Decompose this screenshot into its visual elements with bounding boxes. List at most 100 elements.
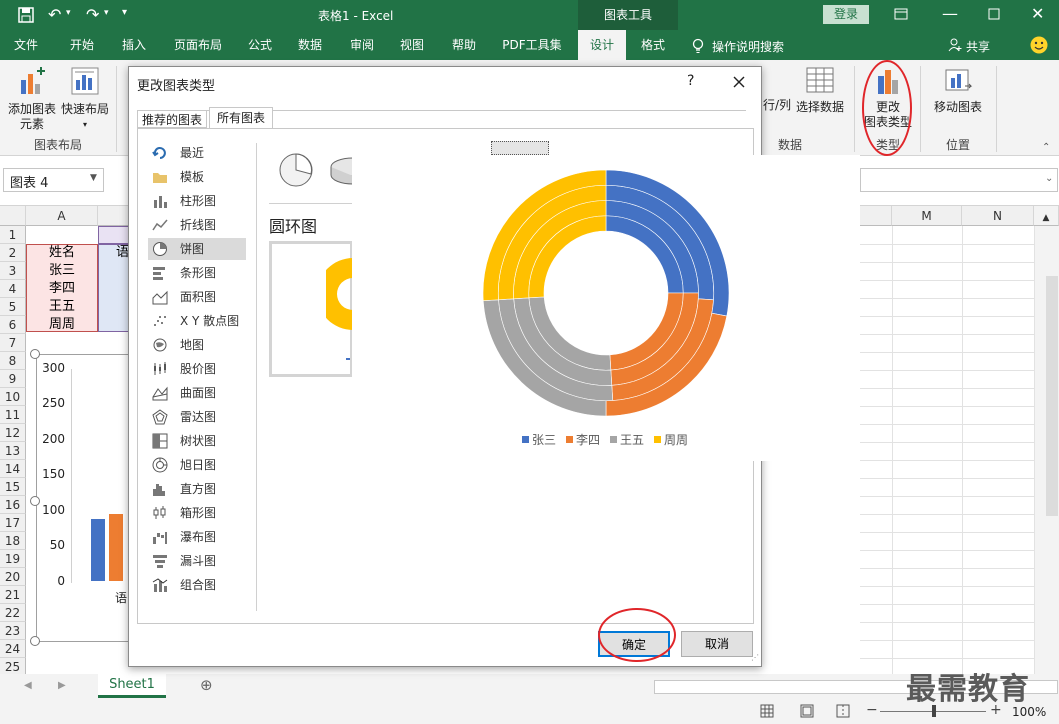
row-header[interactable]: 10 (0, 388, 26, 406)
row-header[interactable]: 23 (0, 622, 26, 640)
row-header[interactable]: 2 (0, 244, 26, 262)
row-header[interactable]: 3 (0, 262, 26, 280)
cancel-button[interactable]: 取消 (681, 631, 753, 657)
chart-type-item[interactable]: 箱形图 (148, 502, 246, 524)
embedded-chart[interactable]: 300 250 200 150 100 50 0 语 (36, 354, 136, 642)
expand-formula-icon[interactable]: ⌄ (1045, 173, 1053, 184)
scroll-up-button[interactable]: ▲ (1034, 206, 1059, 226)
undo-dropdown-icon[interactable]: ▾ (66, 8, 71, 18)
chart-type-item[interactable]: 瀑布图 (148, 526, 246, 548)
cell-a6[interactable]: 周周 (26, 316, 98, 334)
tab-data[interactable]: 数据 (290, 30, 330, 60)
chart-resize-handle[interactable] (30, 349, 40, 359)
ribbon-display-icon[interactable] (894, 8, 908, 20)
column-header-b[interactable] (98, 206, 130, 226)
chart-type-item[interactable]: 曲面图 (148, 382, 246, 404)
tab-format[interactable]: 格式 (632, 30, 674, 60)
share-button[interactable]: 共享 (966, 38, 990, 55)
cell-a4[interactable]: 李四 (26, 280, 98, 298)
select-data-button[interactable]: 选择数据 (794, 66, 846, 115)
add-chart-element-button[interactable]: 添加图表 元素 (4, 66, 60, 132)
row-header[interactable]: 12 (0, 424, 26, 442)
row-header[interactable]: 4 (0, 280, 26, 298)
chart-type-item[interactable]: 直方图 (148, 478, 246, 500)
tab-recommended[interactable]: 推荐的图表 (137, 110, 207, 128)
doughnut-subtype-selected[interactable] (491, 141, 549, 155)
select-all-corner[interactable] (0, 206, 26, 226)
chart-type-item[interactable]: 雷达图 (148, 406, 246, 428)
add-sheet-icon[interactable]: ⊕ (200, 676, 213, 694)
column-header-n[interactable]: N (962, 206, 1034, 226)
vertical-scrollbar[interactable] (1034, 226, 1059, 674)
row-header[interactable]: 22 (0, 604, 26, 622)
cell-a3[interactable]: 张三 (26, 262, 98, 280)
chart-type-item[interactable]: 树状图 (148, 430, 246, 452)
row-header[interactable]: 16 (0, 496, 26, 514)
normal-view-icon[interactable] (760, 704, 774, 718)
subtype-thumbnail[interactable] (269, 241, 353, 377)
row-header[interactable]: 14 (0, 460, 26, 478)
chart-resize-handle[interactable] (30, 636, 40, 646)
collapse-ribbon-icon[interactable]: ⌃ (1042, 142, 1050, 153)
resize-grip-icon[interactable]: ⋰ (751, 653, 759, 662)
redo-dropdown-icon[interactable]: ▾ (104, 8, 109, 18)
chart-type-item[interactable]: 面积图 (148, 286, 246, 308)
tab-file[interactable]: 文件 (6, 30, 46, 60)
chart-type-item[interactable]: 条形图 (148, 262, 246, 284)
row-header[interactable]: 19 (0, 550, 26, 568)
name-box-dropdown-icon[interactable]: ▼ (90, 173, 97, 183)
close-icon[interactable]: ✕ (1031, 4, 1044, 23)
save-icon[interactable] (18, 7, 34, 23)
row-header[interactable]: 13 (0, 442, 26, 460)
column-header-a[interactable]: A (26, 206, 98, 226)
tab-review[interactable]: 审阅 (342, 30, 382, 60)
row-header[interactable]: 17 (0, 514, 26, 532)
column-header-l[interactable] (860, 206, 892, 226)
row-header[interactable]: 8 (0, 352, 26, 370)
tab-help[interactable]: 帮助 (444, 30, 484, 60)
minimize-icon[interactable]: — (942, 4, 958, 23)
chart-type-item[interactable]: 漏斗图 (148, 550, 246, 572)
tab-formulas[interactable]: 公式 (240, 30, 280, 60)
row-header[interactable]: 5 (0, 298, 26, 316)
scroll-left-icon[interactable]: ◀ (24, 680, 32, 691)
chart-type-item[interactable]: 模板 (148, 166, 246, 188)
chart-resize-handle[interactable] (30, 496, 40, 506)
move-chart-button[interactable]: 移动图表 (928, 66, 988, 115)
cell-a5[interactable]: 王五 (26, 298, 98, 316)
tab-pdf-tools[interactable]: PDF工具集 (496, 30, 568, 60)
row-header[interactable]: 18 (0, 532, 26, 550)
dialog-close-icon[interactable] (733, 76, 745, 88)
tab-insert[interactable]: 插入 (114, 30, 154, 60)
row-header[interactable]: 9 (0, 370, 26, 388)
customize-qat-icon[interactable]: ▾ (122, 7, 127, 18)
chart-type-item[interactable]: 饼图 (148, 238, 246, 260)
chart-type-item[interactable]: 折线图 (148, 214, 246, 236)
chart-type-item[interactable]: 旭日图 (148, 454, 246, 476)
chart-type-item[interactable]: 组合图 (148, 574, 246, 596)
tab-home[interactable]: 开始 (62, 30, 102, 60)
row-header[interactable]: 6 (0, 316, 26, 334)
login-button[interactable]: 登录 (823, 5, 869, 24)
chart-type-item[interactable]: X Y 散点图 (148, 310, 246, 332)
row-header[interactable]: 20 (0, 568, 26, 586)
tab-view[interactable]: 视图 (392, 30, 432, 60)
maximize-icon[interactable] (988, 8, 1000, 20)
scroll-right-icon[interactable]: ▶ (58, 680, 66, 691)
chart-type-item[interactable]: 最近 (148, 142, 246, 164)
redo-icon[interactable]: ↷ (86, 5, 99, 24)
sheet-tab-sheet1[interactable]: Sheet1 (98, 674, 166, 698)
chart-type-item[interactable]: 股价图 (148, 358, 246, 380)
formula-input[interactable]: ⌄ (860, 168, 1058, 192)
pie-3d-subtype-icon[interactable] (329, 155, 353, 187)
tell-me-search[interactable]: 操作说明搜索 (712, 38, 784, 55)
row-header[interactable]: 15 (0, 478, 26, 496)
tab-design[interactable]: 设计 (578, 30, 626, 60)
row-header[interactable]: 1 (0, 226, 26, 244)
smiley-icon[interactable] (1030, 36, 1048, 54)
row-header[interactable]: 11 (0, 406, 26, 424)
scrollbar-thumb[interactable] (1046, 276, 1058, 516)
undo-icon[interactable]: ↶ (48, 5, 61, 24)
name-box[interactable]: 图表 4 ▼ (3, 168, 104, 192)
pie-subtype-icon[interactable] (277, 151, 315, 189)
